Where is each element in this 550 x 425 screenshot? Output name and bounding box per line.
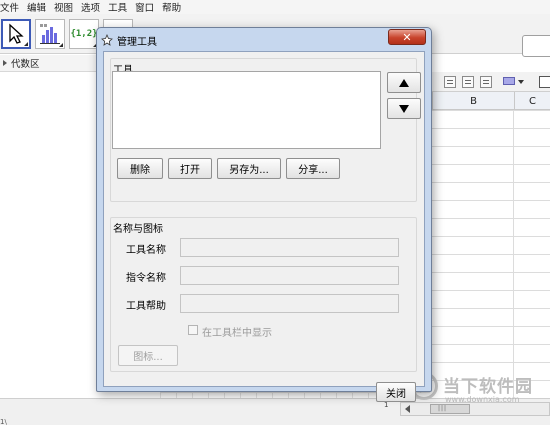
align-right-icon[interactable]	[480, 76, 492, 88]
align-center-icon[interactable]	[462, 76, 474, 88]
menu-window[interactable]: 窗口	[131, 0, 158, 14]
command-name-label: 指令名称	[126, 273, 166, 284]
tool-name-field[interactable]	[180, 238, 399, 257]
arrow-down-icon	[399, 104, 409, 113]
border-icon[interactable]	[539, 76, 550, 88]
close-dialog-button[interactable]: 关闭	[376, 382, 416, 402]
tool-name-label: 工具名称	[126, 245, 166, 256]
dialog-content: 工具 删除 打开 另存为... 分享... 名称与图标 工具名称 指令名称 工具…	[103, 51, 425, 402]
collapse-triangle-icon[interactable]	[3, 60, 7, 66]
tool-help-label: 工具帮助	[126, 301, 166, 312]
watermark-url: www.downxia.com	[445, 395, 520, 404]
menubar: 文件 编辑 视图 选项 工具 窗口 帮助	[0, 0, 550, 14]
menu-view[interactable]: 视图	[50, 0, 77, 14]
move-down-button[interactable]	[387, 98, 421, 119]
tool-list[interactable]	[112, 71, 381, 149]
bar-chart-icon	[40, 24, 60, 44]
close-button[interactable]: ✕	[388, 29, 426, 45]
delete-button[interactable]: 删除	[117, 158, 163, 179]
row-number: 1	[384, 401, 389, 409]
column-header-c[interactable]: C	[514, 92, 550, 110]
tool-menu-corner-icon	[55, 43, 63, 47]
arrow-up-icon	[399, 78, 409, 87]
move-up-button[interactable]	[387, 72, 421, 93]
fill-color-icon[interactable]	[503, 77, 515, 85]
align-left-icon[interactable]	[444, 76, 456, 88]
spreadsheet-column-header: B C	[430, 92, 550, 110]
menu-file[interactable]: 文件	[0, 0, 23, 14]
show-in-toolbar-label: 在工具栏中显示	[202, 328, 272, 339]
spreadsheet-toolbar	[430, 72, 550, 92]
list-tool-icon: {1,2}	[70, 29, 98, 39]
menu-edit[interactable]: 编辑	[23, 0, 50, 14]
close-icon: ✕	[402, 30, 412, 44]
select-tool-button[interactable]	[1, 19, 31, 49]
toolbar-right-control[interactable]	[522, 35, 550, 57]
algebra-view-title: 代数区	[11, 59, 40, 70]
menu-tools[interactable]: 工具	[104, 0, 131, 14]
column-header-b[interactable]: B	[432, 92, 514, 110]
dialog-title-bar[interactable]: 管理工具	[101, 32, 331, 48]
dialog-title: 管理工具	[117, 36, 157, 48]
chevron-down-icon[interactable]	[518, 80, 524, 84]
menu-help[interactable]: 帮助	[158, 0, 185, 14]
menu-options[interactable]: 选项	[77, 0, 104, 14]
list-tool-button[interactable]: {1,2}	[69, 19, 99, 49]
tool-help-field[interactable]	[180, 294, 399, 313]
dialog-app-icon	[101, 34, 113, 46]
watermark-title: 当下软件园	[443, 377, 533, 397]
command-name-field[interactable]	[180, 266, 399, 285]
icon-button[interactable]: 图标...	[118, 345, 178, 366]
tool-menu-corner-icon	[20, 42, 28, 46]
manage-tools-dialog: 管理工具 ✕ 工具 删除 打开 另存为... 分享... 名称与图标 工具名称 …	[96, 27, 432, 402]
spreadsheet-grid[interactable]	[430, 110, 550, 398]
save-as-button[interactable]: 另存为...	[217, 158, 281, 179]
open-button[interactable]: 打开	[168, 158, 212, 179]
status-text: 1\	[0, 418, 7, 425]
show-in-toolbar-checkbox[interactable]	[188, 325, 198, 335]
share-button[interactable]: 分享...	[286, 158, 340, 179]
name-icon-group-title: 名称与图标	[113, 224, 163, 235]
bar-chart-tool-button[interactable]	[35, 19, 65, 49]
